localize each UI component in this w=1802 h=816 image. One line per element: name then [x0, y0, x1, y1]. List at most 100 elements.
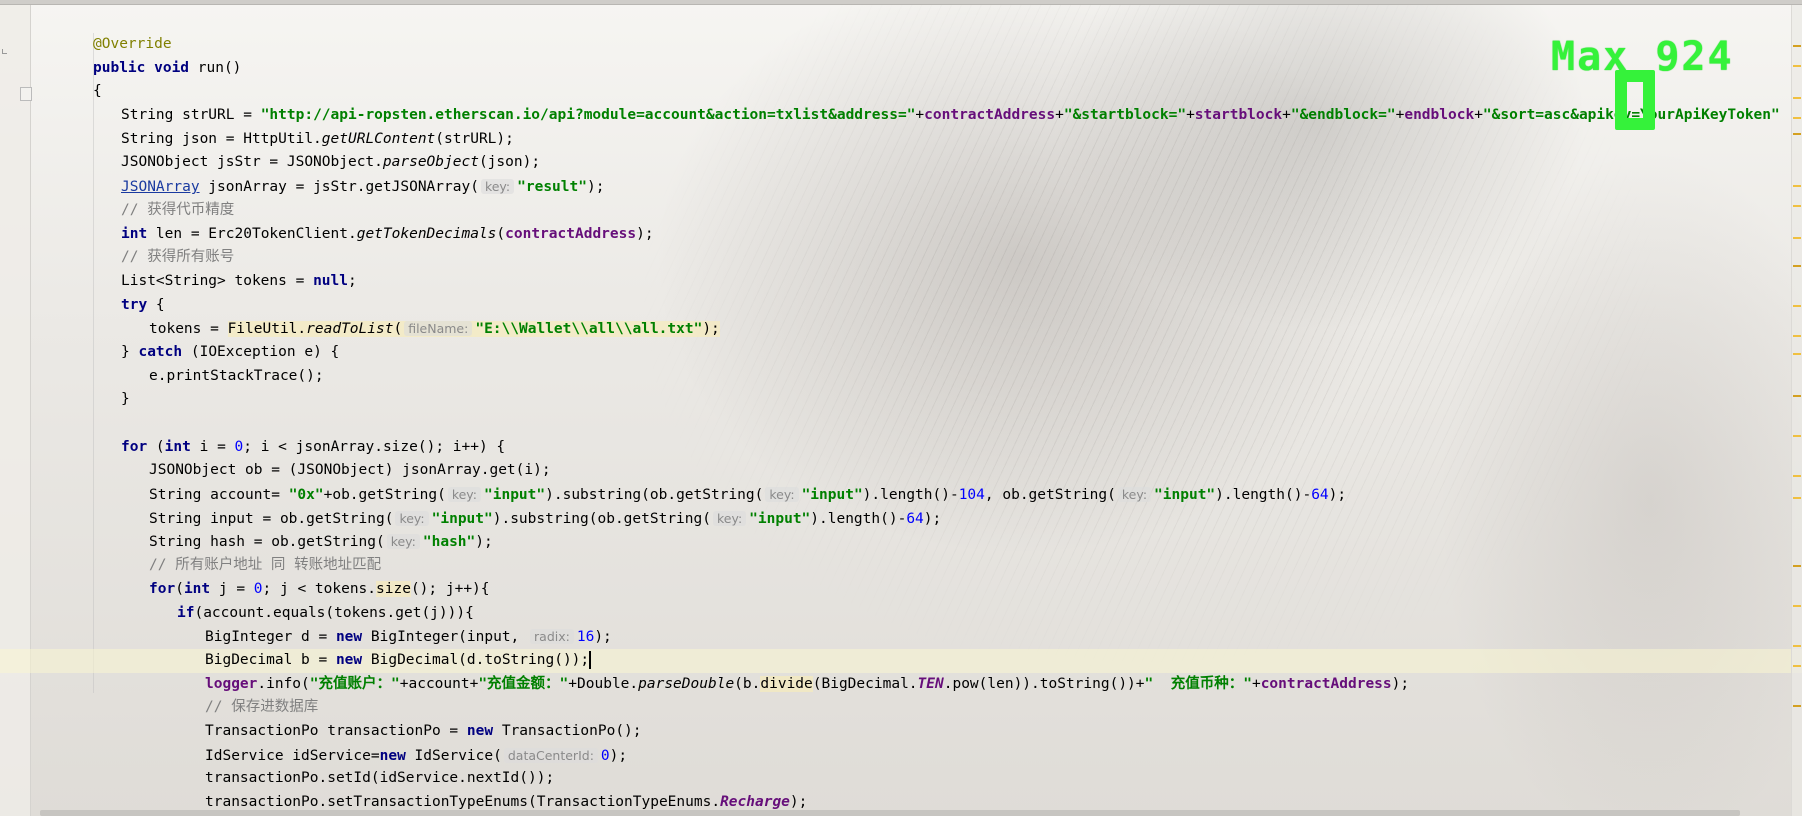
code-token: String account= [149, 487, 289, 504]
code-token: + [1474, 107, 1483, 124]
code-token: .pow(len)).toString())+ [943, 675, 1145, 692]
code-line[interactable]: transactionPo.setId(idService.nextId()); [93, 767, 1802, 791]
code-line[interactable]: BigInteger d = new BigInteger(input, rad… [93, 625, 1802, 649]
code-line[interactable]: // 保存进数据库 [93, 696, 1802, 720]
comment: // 获得所有账号 [121, 249, 235, 266]
stripe-marker[interactable] [1793, 705, 1801, 707]
code-line[interactable]: String hash = ob.getString(key: "hash"); [93, 530, 1802, 554]
code-line[interactable]: String json = HttpUtil.getURLContent(str… [93, 128, 1802, 152]
parameter-hint: key: [386, 534, 420, 550]
code-line[interactable]: e.printStackTrace(); [93, 365, 1802, 389]
code-token: +account+ [399, 675, 479, 692]
code-token: + [1251, 675, 1261, 692]
code-token: ).length()- [810, 510, 907, 527]
stripe-marker[interactable] [1793, 305, 1801, 307]
code-line[interactable]: IdService idService=new IdService(dataCe… [93, 744, 1802, 768]
bookmark-icon[interactable] [20, 87, 32, 101]
horizontal-scrollbar[interactable] [40, 810, 1740, 816]
keyword: for [121, 438, 148, 455]
number-literal: 16 [576, 629, 595, 646]
stripe-marker[interactable] [1793, 237, 1801, 239]
code-line[interactable]: { [93, 80, 1802, 104]
field-ref: Recharge [720, 794, 790, 810]
keyword: new [335, 651, 363, 668]
code-line[interactable]: String strURL = "http://api-ropsten.ethe… [93, 104, 1802, 128]
method-name: getTokenDecimals [356, 225, 497, 242]
code-line[interactable]: } catch (IOException e) { [93, 341, 1802, 365]
code-line[interactable]: // 所有账户地址 同 转账地址匹配 [93, 554, 1802, 578]
class-link: JSONArray [121, 179, 200, 196]
parameter-hint: key: [395, 510, 429, 526]
code-token: transactionPo.setTransactionTypeEnums(Tr… [205, 794, 721, 810]
code-token: (strURL); [435, 130, 514, 147]
code-token: +Double. [568, 675, 639, 692]
stripe-marker[interactable] [1793, 605, 1801, 607]
warning-highlight[interactable]: FileUtil.readToList(fileName: "E:\\Wallet… [227, 321, 720, 338]
code-token: { [147, 296, 165, 313]
code-line[interactable]: if(account.equals(tokens.get(j))){ [93, 602, 1802, 626]
stripe-marker[interactable] [1793, 97, 1801, 99]
code-line[interactable]: String input = ob.getString(key: "input")… [93, 507, 1802, 531]
code-token: + [915, 107, 925, 124]
code-line[interactable] [93, 412, 1802, 436]
stripe-marker[interactable] [1793, 665, 1801, 667]
code-line[interactable]: tokens = FileUtil.readToList(fileName: "E… [93, 317, 1802, 341]
keyword: new [466, 722, 494, 739]
code-token: TransactionPo(); [493, 722, 642, 739]
code-token: ); [475, 534, 493, 551]
stripe-marker[interactable] [1793, 497, 1801, 499]
stripe-marker[interactable] [1793, 65, 1801, 67]
number-literal: 0 [600, 747, 610, 764]
stripe-marker[interactable] [1793, 205, 1801, 207]
stripe-marker[interactable] [1793, 353, 1801, 355]
code-line[interactable]: String account= "0x"+ob.getString(key: "i… [93, 483, 1802, 507]
code-token: String json = HttpUtil. [121, 130, 322, 147]
code-line[interactable]: // 获得代币精度 [93, 199, 1802, 223]
code-line[interactable]: public void run() [93, 57, 1802, 81]
stripe-marker[interactable] [1793, 335, 1801, 337]
stripe-marker[interactable] [1793, 565, 1801, 567]
code-line[interactable]: List<String> tokens = null; [93, 270, 1802, 294]
code-token: ); [594, 629, 612, 646]
code-token: (); j++){ [410, 580, 490, 597]
stripe-marker[interactable] [1793, 133, 1801, 135]
code-line[interactable]: JSONObject jsStr = JSONObject.parseObjec… [93, 151, 1802, 175]
stripe-marker[interactable] [1793, 645, 1801, 647]
method-name: parseDouble [638, 675, 735, 692]
number-literal: 0 [253, 580, 263, 597]
line-gutter[interactable] [0, 5, 32, 816]
code-line[interactable]: // 获得所有账号 [93, 246, 1802, 270]
code-line[interactable]: JSONArray jsonArray = jsStr.getJSONArray… [93, 175, 1802, 199]
keyword: new [335, 629, 363, 646]
stripe-marker[interactable] [1793, 45, 1801, 47]
code-token: ); [702, 321, 720, 338]
code-line[interactable]: JSONObject ob = (JSONObject) jsonArray.g… [93, 459, 1802, 483]
code-line[interactable]: @Override [93, 33, 1802, 57]
code-line[interactable]: logger.info("充值账户："+account+"充值金额："+Doub… [93, 673, 1802, 697]
string-literal: "http://api-ropsten.etherscan.io/api?mod… [260, 107, 916, 124]
code-line[interactable]: for(int j = 0; j < tokens.size(); j++){ [93, 578, 1802, 602]
code-line[interactable]: for (int i = 0; i < jsonArray.size(); i+… [93, 436, 1802, 460]
field-ref: contractAddress [1260, 675, 1392, 692]
code-token: ; j < tokens. [262, 580, 377, 597]
fold-icon[interactable] [2, 49, 7, 54]
code-token: ( [393, 321, 403, 338]
stripe-marker[interactable] [1793, 117, 1801, 119]
code-token: } [121, 343, 139, 360]
stripe-marker[interactable] [1793, 395, 1801, 397]
code-line[interactable]: TransactionPo transactionPo = new Transa… [93, 720, 1802, 744]
error-stripe[interactable] [1791, 5, 1802, 816]
number-literal: 64 [1311, 487, 1329, 504]
stripe-marker[interactable] [1793, 185, 1801, 187]
code-line[interactable]: } [93, 388, 1802, 412]
code-editor[interactable]: @Override public void run() {String strURL… [0, 33, 1802, 815]
code-token: BigDecimal b = [205, 651, 336, 668]
stripe-marker[interactable] [1793, 265, 1801, 267]
code-line[interactable]: BigDecimal b = new BigDecimal(d.toString… [0, 648, 1802, 673]
keyword: if [177, 604, 195, 621]
code-token: BigInteger(input, [362, 629, 529, 646]
code-line[interactable]: try { [93, 294, 1802, 318]
stripe-marker[interactable] [1793, 435, 1801, 437]
stripe-marker[interactable] [1793, 475, 1801, 477]
code-line[interactable]: int len = Erc20TokenClient.getTokenDecim… [93, 223, 1802, 247]
